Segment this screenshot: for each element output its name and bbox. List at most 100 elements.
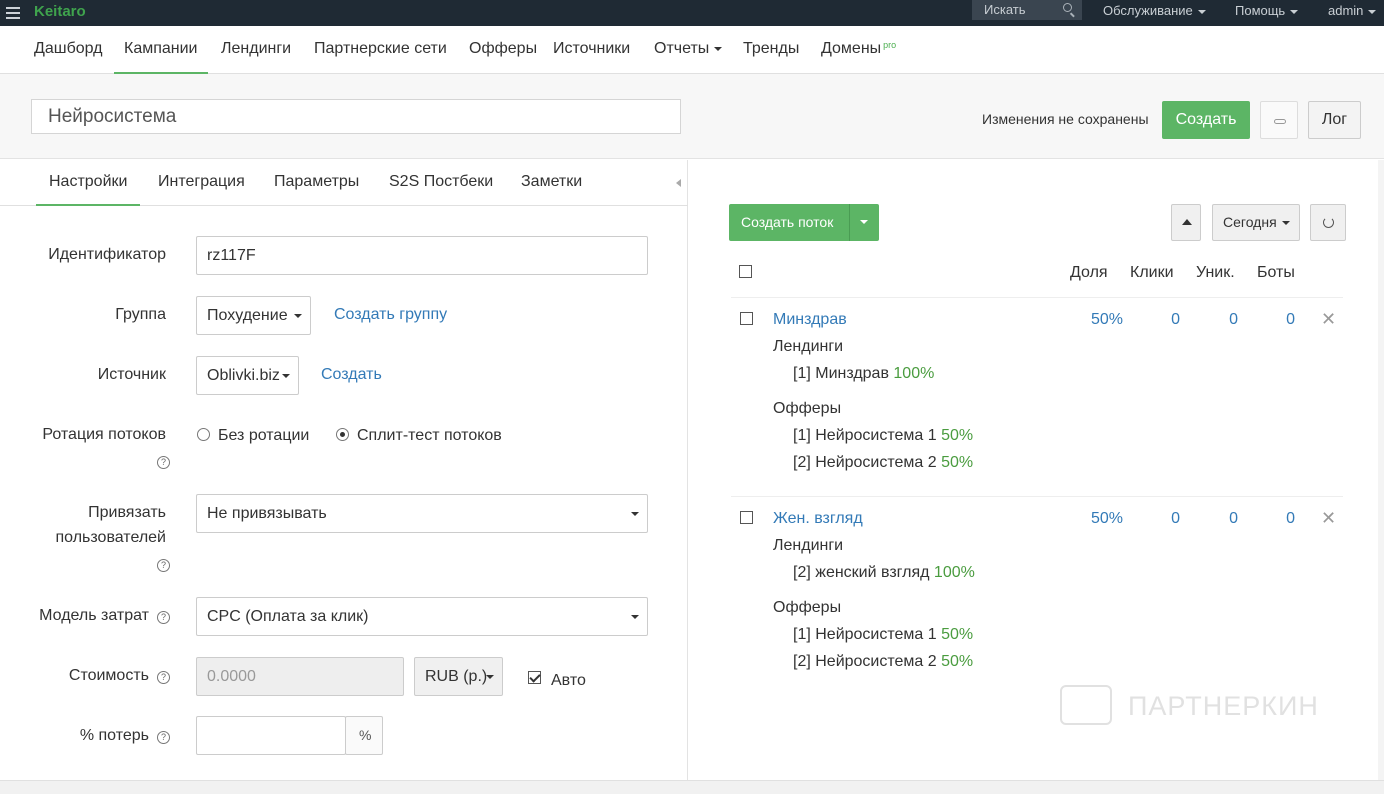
- tab-integration[interactable]: Интеграция: [158, 173, 245, 191]
- nav-affiliate-networks[interactable]: Партнерские сети: [314, 40, 447, 58]
- create-source-link[interactable]: Создать: [321, 366, 382, 384]
- source-select[interactable]: Oblivki.biz: [196, 356, 299, 395]
- menu-service[interactable]: Обслуживание: [1103, 3, 1206, 18]
- flow-name-link[interactable]: Жен. взгляд: [773, 510, 863, 528]
- nav-dashboard[interactable]: Дашборд: [34, 40, 103, 58]
- chevron-down-icon: [631, 511, 639, 516]
- cost-model-select[interactable]: CPC (Оплата за клик): [196, 597, 648, 636]
- date-range-select[interactable]: Сегодня: [1212, 204, 1300, 241]
- flow-uniques: 0: [1229, 510, 1238, 527]
- create-flow-dropdown[interactable]: [849, 204, 879, 241]
- landing-name: [2] женский взгляд: [793, 564, 930, 581]
- tab-parameters[interactable]: Параметры: [274, 173, 359, 191]
- col-bots: Боты: [1257, 264, 1295, 281]
- col-share: Доля: [1070, 264, 1108, 281]
- cost-model-label: Модель затрат: [39, 607, 149, 624]
- flow-checkbox[interactable]: [740, 312, 753, 325]
- menu-admin[interactable]: admin: [1328, 3, 1377, 18]
- unsaved-status: Изменения не сохранены: [982, 111, 1149, 127]
- radio-split-test[interactable]: [336, 428, 349, 441]
- log-button[interactable]: Лог: [1308, 101, 1361, 139]
- offer-name: [1] Нейросистема 1: [793, 626, 937, 643]
- nav-landings[interactable]: Лендинги: [221, 40, 291, 58]
- tab-s2s-postbacks[interactable]: S2S Постбеки: [389, 173, 493, 191]
- create-group-link[interactable]: Создать группу: [334, 306, 447, 324]
- menu-help[interactable]: Помощь: [1235, 3, 1299, 18]
- id-field[interactable]: rz117F: [196, 236, 648, 275]
- menu-help-label: Помощь: [1235, 3, 1286, 18]
- app-logo[interactable]: Keitaro: [34, 3, 86, 20]
- loss-suffix: %: [345, 716, 383, 755]
- loss-field[interactable]: [196, 716, 346, 755]
- cost-label: Стоимость: [68, 667, 149, 684]
- flow-share: 50%: [1090, 510, 1123, 527]
- offer-pct: 50%: [941, 653, 974, 670]
- chevron-down-icon: [1197, 9, 1206, 14]
- chevron-down-icon: [486, 674, 494, 679]
- select-all-checkbox[interactable]: [739, 265, 752, 278]
- main-nav: Дашборд Кампании Лендинги Партнерские се…: [0, 26, 1384, 74]
- watermark: ПАРТНЕРКИН: [1060, 685, 1360, 743]
- collapse-arrow-icon[interactable]: [676, 179, 681, 187]
- help-icon[interactable]: ?: [157, 456, 170, 469]
- help-icon[interactable]: ?: [157, 671, 170, 684]
- landing-name: [1] Минздрав: [793, 365, 889, 382]
- refresh-button[interactable]: [1310, 204, 1346, 241]
- link-icon: [1274, 119, 1286, 124]
- create-button[interactable]: Создать: [1162, 101, 1250, 139]
- menu-icon[interactable]: [6, 4, 20, 22]
- help-icon[interactable]: ?: [157, 559, 170, 572]
- delete-flow-icon[interactable]: ✕: [1321, 508, 1336, 529]
- date-range-value: Сегодня: [1223, 214, 1277, 230]
- horizontal-scrollbar[interactable]: [0, 780, 1384, 794]
- help-icon[interactable]: ?: [157, 731, 170, 744]
- vertical-scrollbar[interactable]: [1378, 160, 1384, 780]
- currency-value: RUB (р.): [425, 668, 488, 685]
- flow-name-link[interactable]: Минздрав: [773, 311, 847, 329]
- offer-name: [2] Нейросистема 2: [793, 454, 937, 471]
- currency-select[interactable]: RUB (р.): [414, 657, 503, 696]
- nav-trends[interactable]: Тренды: [743, 40, 799, 58]
- link-button[interactable]: [1260, 101, 1298, 139]
- group-select[interactable]: Похудение: [196, 296, 311, 335]
- bind-users-select[interactable]: Не привязывать: [196, 494, 648, 533]
- menu-service-label: Обслуживание: [1103, 3, 1193, 18]
- bind-users-label-2: пользователей: [55, 529, 167, 546]
- flow-clicks: 0: [1171, 311, 1180, 328]
- offer-pct: 50%: [941, 626, 974, 643]
- offer-item: [1] Нейросистема 1 50%: [793, 427, 973, 445]
- top-bar: Keitaro Искать Обслуживание Помощь admin: [0, 0, 1384, 26]
- col-clicks: Клики: [1130, 264, 1174, 281]
- radio-no-rotation[interactable]: [197, 428, 210, 441]
- search-placeholder: Искать: [984, 2, 1026, 17]
- nav-offers[interactable]: Офферы: [469, 40, 537, 58]
- no-rotation-label: Без ротации: [218, 427, 310, 444]
- search-input[interactable]: Искать: [972, 0, 1082, 20]
- flow-checkbox[interactable]: [740, 511, 753, 524]
- nav-campaigns[interactable]: Кампании: [114, 40, 207, 74]
- create-flow-label: Создать поток: [741, 214, 834, 230]
- nav-reports-label: Отчеты: [654, 40, 710, 57]
- help-icon[interactable]: ?: [157, 611, 170, 624]
- cost-field[interactable]: 0.0000: [196, 657, 404, 696]
- nav-domains[interactable]: Домены pro: [821, 40, 896, 58]
- watermark-logo-icon: [1060, 685, 1112, 725]
- chevron-down-icon: [1368, 9, 1377, 14]
- create-flow-button[interactable]: Создать поток: [729, 204, 879, 241]
- landing-item: [1] Минздрав 100%: [793, 365, 934, 383]
- nav-reports[interactable]: Отчеты: [654, 40, 723, 58]
- campaign-name-input[interactable]: Нейросистема: [31, 99, 681, 134]
- tab-notes[interactable]: Заметки: [521, 173, 582, 191]
- delete-flow-icon[interactable]: ✕: [1321, 309, 1336, 330]
- flow-bots: 0: [1286, 311, 1295, 328]
- split-test-label: Сплит-тест потоков: [357, 427, 502, 444]
- chevron-down-icon: [714, 46, 723, 51]
- collapse-up-button[interactable]: [1171, 204, 1201, 241]
- landings-title: Лендинги: [773, 338, 844, 355]
- tab-settings[interactable]: Настройки: [35, 173, 141, 206]
- flow-share: 50%: [1090, 311, 1123, 328]
- search-icon[interactable]: [1063, 3, 1072, 12]
- id-label: Идентификатор: [48, 246, 166, 263]
- nav-sources[interactable]: Источники: [553, 40, 630, 58]
- auto-checkbox[interactable]: [528, 671, 541, 684]
